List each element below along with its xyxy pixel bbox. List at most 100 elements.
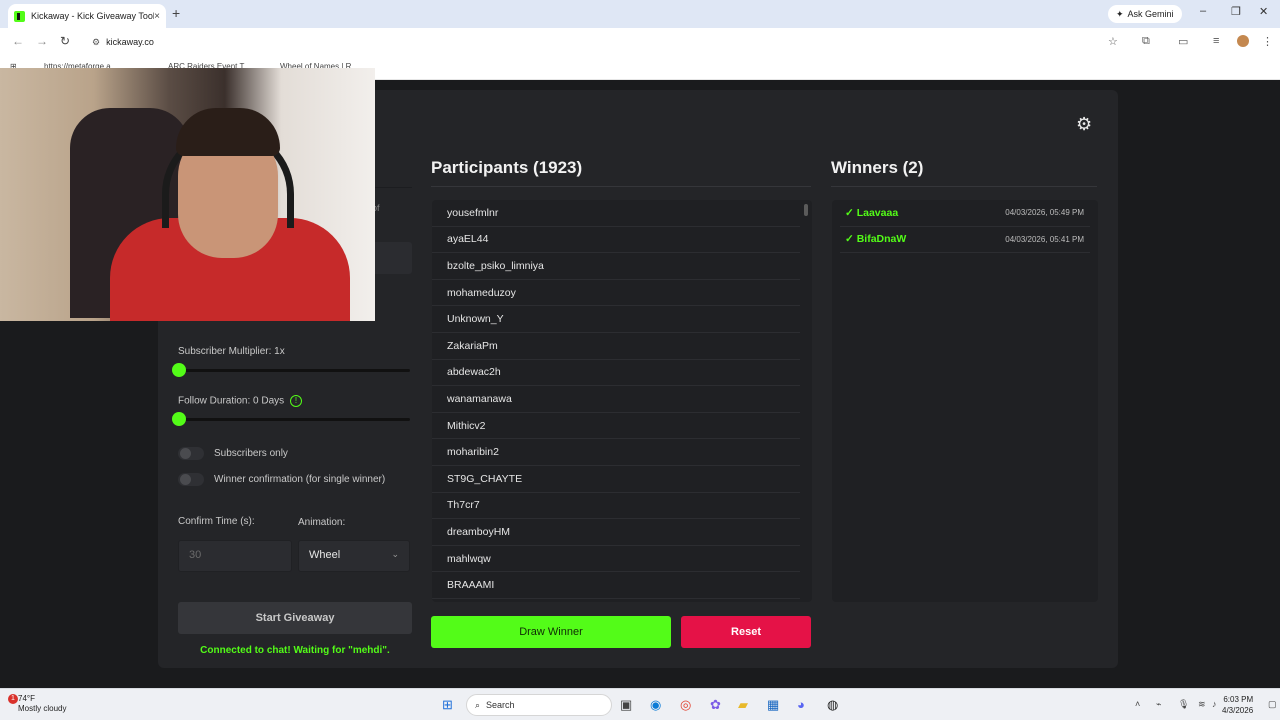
profile-avatar[interactable] (1237, 35, 1249, 47)
start-giveaway-button[interactable]: Start Giveaway (178, 602, 412, 634)
wifi-icon[interactable]: ≋ (1198, 699, 1206, 710)
participant-row: bzolte_psiko_limniya (432, 253, 800, 280)
animation-select[interactable]: Wheel ⌄ (298, 540, 410, 572)
slider-handle[interactable] (172, 412, 186, 426)
microphone-icon[interactable]: 🎙 (1178, 699, 1189, 710)
taskbar-search[interactable]: ⌕ Search (466, 694, 612, 716)
obs-icon[interactable]: ◍ (827, 697, 838, 713)
winners-list: ✓ Laavaaa 04/03/2026, 05:49 PM ✓ BifaDnaW 0… (832, 200, 1098, 602)
browser-tab-bar: Kickaway - Kick Giveaway Tool × + ✦ Ask … (0, 0, 1280, 28)
browser-tab[interactable]: Kickaway - Kick Giveaway Tool × (8, 4, 166, 28)
menu-icon[interactable]: ⋮ (1262, 35, 1273, 48)
weather-desc: Mostly cloudy (18, 704, 67, 713)
media-icon[interactable]: ≡ (1213, 35, 1219, 47)
network-icon[interactable]: ⌁ (1156, 699, 1161, 710)
follow-duration-label: Follow Duration: 0 Days (178, 395, 285, 407)
task-view-icon[interactable]: ▣ (620, 697, 632, 713)
weather-widget[interactable]: 1 74°F Mostly cloudy (8, 694, 67, 714)
participant-row: yousefmlnr (432, 200, 800, 227)
webcam-overlay (0, 68, 375, 321)
participant-row: Unknown_Y (432, 306, 800, 333)
url-text: kickaway.co (106, 37, 154, 47)
gemini-icon: ✦ (1116, 8, 1124, 19)
forward-icon[interactable]: → (36, 34, 48, 48)
participant-row: ST9G_CHAYTE (432, 466, 800, 493)
subscriber-multiplier-label: Subscriber Multiplier: 1x (178, 346, 285, 357)
winners-title: Winners (2) (831, 158, 924, 177)
follow-duration-row: Follow Duration: 0 Days ! (178, 395, 302, 407)
tab-title: Kickaway - Kick Giveaway Tool (31, 11, 155, 21)
divider (831, 186, 1097, 187)
reload-icon[interactable]: ↻ (60, 34, 70, 48)
subscribers-only-label: Subscribers only (214, 448, 288, 459)
participant-row: BRAAAMI (432, 572, 800, 599)
participant-row: abdewac2h (432, 360, 800, 387)
tab-close-icon[interactable]: × (154, 11, 160, 22)
reset-button[interactable]: Reset (681, 616, 811, 648)
follow-duration-slider[interactable] (172, 412, 410, 426)
animation-label: Animation: (298, 517, 346, 528)
kick-favicon-icon (14, 10, 25, 22)
slider-handle[interactable] (172, 363, 186, 377)
participant-row: Th7cr7 (432, 493, 800, 520)
winner-confirmation-toggle[interactable] (178, 473, 204, 486)
info-icon[interactable]: ! (289, 395, 302, 407)
participants-title: Participants (1923) (431, 158, 583, 177)
ask-gemini-label: Ask Gemini (1127, 9, 1174, 19)
winner-name: ✓ BifaDnaW (845, 233, 907, 246)
participant-row: wanamanawa (432, 386, 800, 413)
settings-gear-icon[interactable]: ⚙ (1076, 114, 1092, 135)
url-input[interactable]: ⚙ kickaway.co (84, 32, 1124, 52)
windows-taskbar: 1 74°F Mostly cloudy ⊞ ⌕ Search ▣ ◉ ◎ ✿ … (0, 688, 1280, 720)
search-icon: ⌕ (475, 699, 481, 710)
cast-icon[interactable]: ▭ (1178, 35, 1188, 48)
restore-icon[interactable]: ❐ (1231, 5, 1241, 18)
animation-selected-value: Wheel (309, 549, 341, 561)
volume-icon[interactable]: ♪ (1212, 699, 1217, 709)
subscribers-only-toggle[interactable] (178, 447, 204, 460)
search-label: Search (486, 700, 515, 710)
connection-status: Connected to chat! Waiting for "mehdi". (200, 645, 390, 656)
scrollbar-thumb[interactable] (804, 204, 808, 216)
participant-row: Mithicv2 (432, 413, 800, 440)
back-icon[interactable]: ← (12, 34, 24, 48)
participants-list[interactable]: yousefmlnr ayaEL44 bzolte_psiko_limniya moh… (432, 200, 812, 602)
clock-time: 6:03 PM (1223, 695, 1254, 704)
notifications-icon[interactable]: ▢ (1268, 699, 1277, 710)
tray-overflow-icon[interactable]: ˄ (1135, 699, 1140, 709)
edge-icon[interactable]: ◉ (650, 697, 661, 713)
winner-row: ✓ Laavaaa 04/03/2026, 05:49 PM (840, 200, 1090, 227)
extensions-icon[interactable]: ⧉ (1142, 35, 1150, 48)
winner-date: 04/03/2026, 05:41 PM (1005, 234, 1084, 244)
participant-row: mohameduzoy (432, 280, 800, 307)
draw-winner-button[interactable]: Draw Winner (431, 616, 671, 648)
clock[interactable]: 6:03 PM 4/3/2026 (1222, 694, 1253, 716)
ask-gemini-button[interactable]: ✦ Ask Gemini (1108, 5, 1182, 23)
winner-name: ✓ Laavaaa (845, 206, 899, 219)
store-icon[interactable]: ▦ (767, 697, 779, 713)
chevron-down-icon: ⌄ (391, 549, 399, 559)
bookmark-star-icon[interactable]: ☆ (1108, 35, 1118, 48)
winner-date: 04/03/2026, 05:49 PM (1005, 208, 1084, 218)
chrome-icon[interactable]: ◎ (680, 697, 691, 713)
subscriber-multiplier-slider[interactable] (172, 363, 410, 377)
new-tab-button[interactable]: + (172, 5, 180, 21)
address-bar-row: ← → ↻ ⚙ kickaway.co ☆ ⧉ ▭ ≡ ⋮ (0, 28, 1280, 56)
winner-confirmation-label: Winner confirmation (for single winner) (214, 474, 386, 485)
confirm-time-input[interactable]: 30 (178, 540, 292, 572)
copilot-icon[interactable]: ✿ (710, 697, 721, 713)
close-window-icon[interactable]: ✕ (1259, 5, 1268, 18)
discord-icon[interactable]: ◕ (797, 697, 805, 712)
notification-badge: 1 (8, 694, 18, 704)
winner-row: ✓ BifaDnaW 04/03/2026, 05:41 PM (840, 227, 1090, 254)
participant-row: ZakariaPm (432, 333, 800, 360)
site-info-icon[interactable]: ⚙ (92, 37, 100, 48)
minimize-icon[interactable]: – (1200, 5, 1206, 17)
weather-temp: 74°F (18, 694, 35, 703)
participant-row: ayaEL44 (432, 227, 800, 254)
clock-date: 4/3/2026 (1222, 706, 1254, 715)
file-explorer-icon[interactable]: ▰ (738, 697, 748, 713)
participant-row: moharibin2 (432, 439, 800, 466)
participant-row: dreamboyHM (432, 519, 800, 546)
start-icon[interactable]: ⊞ (442, 697, 453, 713)
